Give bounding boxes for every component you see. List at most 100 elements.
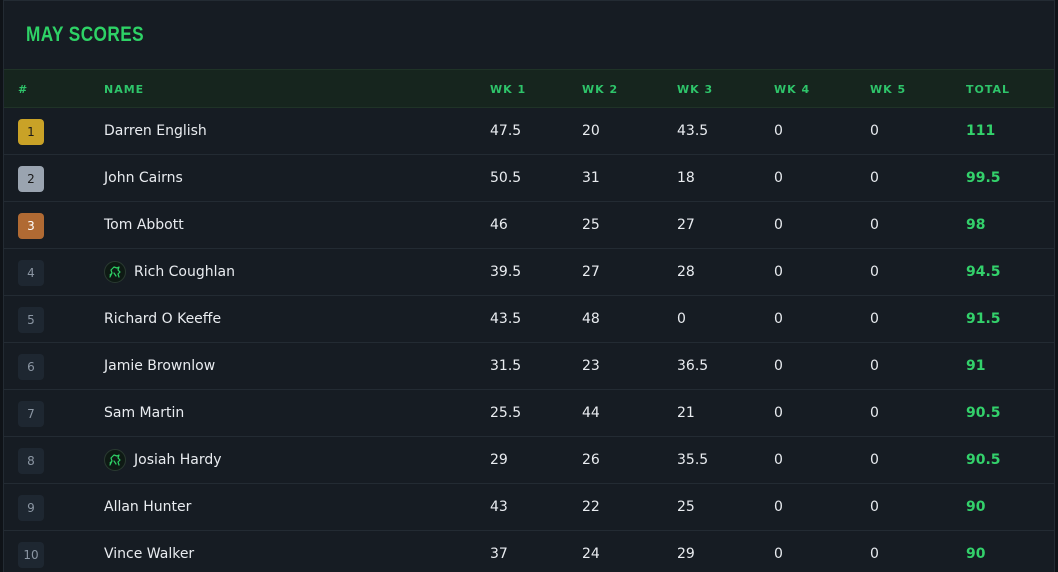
- wk5-score: 0: [870, 452, 879, 468]
- rank-badge: 5: [18, 307, 44, 333]
- wk2-score: 31: [582, 170, 600, 186]
- total-score: 94.5: [966, 264, 1001, 280]
- column-header-wk1[interactable]: WK 1: [490, 83, 526, 96]
- wk1-score: 25.5: [490, 405, 522, 421]
- table-row[interactable]: 7 Sam Martin 25.5 44 21 0 0 90.5: [4, 390, 1054, 437]
- wk1-score: 39.5: [490, 264, 522, 280]
- column-header-rank: #: [18, 83, 29, 96]
- table-row[interactable]: 10 Vince Walker 37 24 29 0 0 90: [4, 531, 1054, 572]
- wk5-score: 0: [870, 358, 879, 374]
- wk4-score: 0: [774, 170, 783, 186]
- column-header-total[interactable]: TOTAL: [966, 83, 1010, 96]
- wk2-score: 20: [582, 123, 600, 139]
- wk5-score: 0: [870, 170, 879, 186]
- column-header-wk3[interactable]: WK 3: [677, 83, 713, 96]
- total-score: 90.5: [966, 452, 1001, 468]
- total-score: 91: [966, 358, 986, 374]
- wk1-score: 43: [490, 499, 508, 515]
- wk2-score: 44: [582, 405, 600, 421]
- player-name: Rich Coughlan: [134, 264, 235, 280]
- wk4-score: 0: [774, 217, 783, 233]
- wk3-score: 27: [677, 217, 695, 233]
- total-score: 90.5: [966, 405, 1001, 421]
- wk5-score: 0: [870, 546, 879, 562]
- wk2-score: 24: [582, 546, 600, 562]
- horse-racing-icon: [104, 449, 126, 471]
- wk4-score: 0: [774, 123, 783, 139]
- wk3-score: 18: [677, 170, 695, 186]
- rank-badge: 9: [18, 495, 44, 521]
- player-name: Darren English: [104, 123, 207, 139]
- total-score: 91.5: [966, 311, 1001, 327]
- page-title: MAY SCORES: [26, 23, 144, 46]
- player-name: Richard O Keeffe: [104, 311, 222, 327]
- wk4-score: 0: [774, 546, 783, 562]
- wk1-score: 46: [490, 217, 508, 233]
- wk5-score: 0: [870, 217, 879, 233]
- wk2-score: 26: [582, 452, 600, 468]
- wk1-score: 31.5: [490, 358, 522, 374]
- wk3-score: 43.5: [677, 123, 709, 139]
- wk1-score: 37: [490, 546, 508, 562]
- rank-badge: 6: [18, 354, 44, 380]
- horse-racing-icon: [104, 261, 126, 283]
- rank-badge: 3: [18, 213, 44, 239]
- player-name: John Cairns: [104, 170, 183, 186]
- total-score: 99.5: [966, 170, 1001, 186]
- wk4-score: 0: [774, 358, 783, 374]
- wk1-score: 29: [490, 452, 508, 468]
- wk2-score: 48: [582, 311, 600, 327]
- table-body: 1 Darren English 47.5 20 43.5 0 0 111 2 …: [4, 108, 1054, 572]
- player-name: Vince Walker: [104, 546, 195, 562]
- table-row[interactable]: 1 Darren English 47.5 20 43.5 0 0 111: [4, 108, 1054, 155]
- wk3-score: 25: [677, 499, 695, 515]
- table-row[interactable]: 8 Josiah Hardy 29 26 35.5 0 0 90.5: [4, 437, 1054, 484]
- table-header: # NAME WK 1 WK 2 WK 3 WK 4 WK 5 TOTAL: [4, 69, 1054, 108]
- wk5-score: 0: [870, 311, 879, 327]
- wk3-score: 35.5: [677, 452, 709, 468]
- player-name: Sam Martin: [104, 405, 185, 421]
- wk1-score: 43.5: [490, 311, 522, 327]
- player-name: Josiah Hardy: [134, 452, 222, 468]
- table-row[interactable]: 4 Rich Coughlan 39.5 27 28 0 0 94.5: [4, 249, 1054, 296]
- rank-badge: 10: [18, 542, 44, 568]
- wk2-score: 25: [582, 217, 600, 233]
- total-score: 98: [966, 217, 986, 233]
- wk4-score: 0: [774, 452, 783, 468]
- wk2-score: 23: [582, 358, 600, 374]
- column-header-wk5[interactable]: WK 5: [870, 83, 906, 96]
- table-row[interactable]: 5 Richard O Keeffe 43.5 48 0 0 0 91.5: [4, 296, 1054, 343]
- column-header-wk2[interactable]: WK 2: [582, 83, 618, 96]
- total-score: 90: [966, 546, 986, 562]
- rank-badge: 1: [18, 119, 44, 145]
- wk4-score: 0: [774, 499, 783, 515]
- column-header-wk4[interactable]: WK 4: [774, 83, 810, 96]
- wk2-score: 22: [582, 499, 600, 515]
- column-header-name[interactable]: NAME: [104, 83, 144, 96]
- table-row[interactable]: 6 Jamie Brownlow 31.5 23 36.5 0 0 91: [4, 343, 1054, 390]
- total-score: 111: [966, 123, 996, 139]
- rank-badge: 7: [18, 401, 44, 427]
- rank-badge: 8: [18, 448, 44, 474]
- table-row[interactable]: 3 Tom Abbott 46 25 27 0 0 98: [4, 202, 1054, 249]
- wk5-score: 0: [870, 264, 879, 280]
- player-name: Allan Hunter: [104, 499, 192, 515]
- total-score: 90: [966, 499, 986, 515]
- player-name: Jamie Brownlow: [104, 358, 216, 374]
- wk3-score: 0: [677, 311, 686, 327]
- wk3-score: 36.5: [677, 358, 709, 374]
- wk4-score: 0: [774, 264, 783, 280]
- rank-badge: 2: [18, 166, 44, 192]
- table-row[interactable]: 2 John Cairns 50.5 31 18 0 0 99.5: [4, 155, 1054, 202]
- wk5-score: 0: [870, 123, 879, 139]
- wk4-score: 0: [774, 311, 783, 327]
- wk5-score: 0: [870, 405, 879, 421]
- table-row[interactable]: 9 Allan Hunter 43 22 25 0 0 90: [4, 484, 1054, 531]
- wk4-score: 0: [774, 405, 783, 421]
- player-name: Tom Abbott: [104, 217, 184, 233]
- wk3-score: 28: [677, 264, 695, 280]
- wk3-score: 21: [677, 405, 695, 421]
- wk2-score: 27: [582, 264, 600, 280]
- rank-badge: 4: [18, 260, 44, 286]
- wk1-score: 50.5: [490, 170, 522, 186]
